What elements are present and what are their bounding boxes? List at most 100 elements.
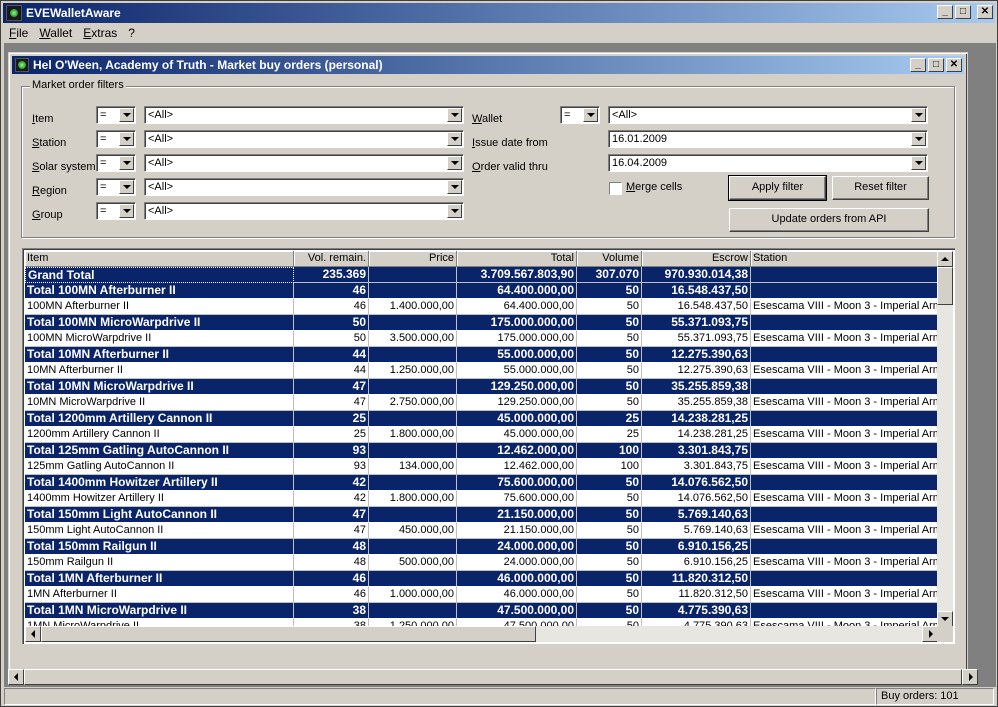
cell-price[interactable]: 1.250.000,00 (369, 363, 457, 379)
cell-item[interactable]: 1400mm Howitzer Artillery II (25, 491, 294, 507)
subtotal-row[interactable]: Total 1MN Afterburner II 46 46.000.000,00 5… (25, 571, 940, 587)
cell-item[interactable]: Total 1200mm Artillery Cannon II (25, 411, 294, 427)
table-row[interactable]: 10MN Afterburner II 44 1.250.000,00 55.000.… (25, 363, 940, 379)
cell-vol-remain[interactable]: 42 (294, 475, 369, 491)
cell-total[interactable]: 12.462.000,00 (457, 443, 577, 459)
cell-escrow[interactable]: 3.301.843,75 (642, 443, 751, 459)
cell-volume[interactable]: 50 (577, 491, 642, 507)
cell-escrow[interactable]: 12.275.390,63 (642, 363, 751, 379)
cell-escrow[interactable]: 35.255.859,38 (642, 379, 751, 395)
cell-escrow[interactable]: 14.238.281,25 (642, 427, 751, 443)
chevron-down-icon[interactable] (119, 108, 134, 122)
valid-thru-picker[interactable]: 16.04.2009 (608, 154, 928, 172)
cell-vol-remain[interactable]: 25 (294, 411, 369, 427)
cell-volume[interactable]: 50 (577, 363, 642, 379)
table-row[interactable]: 150mm Light AutoCannon II 47 450.000,00 21.… (25, 523, 940, 539)
cell-escrow[interactable]: 55.371.093,75 (642, 315, 751, 331)
cell-total[interactable]: 129.250.000,00 (457, 395, 577, 411)
subtotal-row[interactable]: Total 1400mm Howitzer Artillery II 42 75.6… (25, 475, 940, 491)
cell-vol-remain[interactable]: 93 (294, 443, 369, 459)
vertical-scrollbar[interactable] (937, 251, 953, 627)
cell-volume[interactable]: 25 (577, 427, 642, 443)
cell-station[interactable] (751, 267, 940, 283)
horizontal-scrollbar[interactable] (25, 626, 938, 642)
cell-escrow[interactable]: 11.820.312,50 (642, 587, 751, 603)
cell-station[interactable]: Esescama VIII - Moon 3 - Imperial Arma (751, 555, 940, 571)
chevron-down-icon[interactable] (447, 156, 462, 170)
cell-volume[interactable]: 25 (577, 411, 642, 427)
scroll-down-icon[interactable] (937, 611, 953, 627)
cell-price[interactable]: 2.750.000,00 (369, 395, 457, 411)
cell-escrow[interactable]: 11.820.312,50 (642, 571, 751, 587)
region-value-select[interactable]: <All> (144, 178, 464, 196)
maximize-button[interactable]: □ (955, 5, 971, 19)
subtotal-row[interactable]: Total 125mm Gatling AutoCannon II 93 12.46… (25, 443, 940, 459)
merge-cells-checkbox[interactable] (609, 182, 622, 195)
cell-escrow[interactable]: 55.371.093,75 (642, 331, 751, 347)
cell-price[interactable] (369, 315, 457, 331)
cell-price[interactable] (369, 347, 457, 363)
cell-volume[interactable]: 50 (577, 539, 642, 555)
cell-station[interactable] (751, 539, 940, 555)
cell-station[interactable]: Esescama VIII - Moon 3 - Imperial Arma (751, 491, 940, 507)
cell-price[interactable] (369, 507, 457, 523)
cell-total[interactable]: 24.000.000,00 (457, 539, 577, 555)
menu-extras[interactable]: Extras (77, 26, 122, 40)
cell-item[interactable]: 1MN Afterburner II (25, 587, 294, 603)
cell-total[interactable]: 175.000.000,00 (457, 331, 577, 347)
cell-total[interactable]: 46.000.000,00 (457, 587, 577, 603)
update-orders-button[interactable]: Update orders from API (729, 208, 929, 232)
cell-vol-remain[interactable]: 38 (294, 603, 369, 619)
cell-volume[interactable]: 50 (577, 299, 642, 315)
cell-total[interactable]: 47.500.000,00 (457, 603, 577, 619)
table-row[interactable]: 1MN Afterburner II 46 1.000.000,00 46.000.0… (25, 587, 940, 603)
cell-item[interactable]: 10MN MicroWarpdrive II (25, 395, 294, 411)
cell-volume[interactable]: 50 (577, 331, 642, 347)
cell-vol-remain[interactable]: 235.369 (294, 267, 369, 283)
mdi-scroll-thumb[interactable] (24, 669, 962, 685)
issue-date-picker[interactable]: 16.01.2009 (608, 130, 928, 148)
cell-escrow[interactable]: 16.548.437,50 (642, 283, 751, 299)
grand-total-row[interactable]: Grand Total 235.369 3.709.567.803,90 307.07… (25, 267, 940, 283)
cell-volume[interactable]: 100 (577, 459, 642, 475)
cell-item[interactable]: Total 10MN MicroWarpdrive II (25, 379, 294, 395)
subtotal-row[interactable]: Total 10MN MicroWarpdrive II 47 129.250.00… (25, 379, 940, 395)
column-header-total[interactable]: Total (457, 251, 577, 267)
cell-price[interactable]: 1.400.000,00 (369, 299, 457, 315)
cell-escrow[interactable]: 4.775.390,63 (642, 603, 751, 619)
minimize-button[interactable]: _ (937, 5, 953, 19)
chevron-down-icon[interactable] (911, 108, 926, 122)
cell-total[interactable]: 45.000.000,00 (457, 427, 577, 443)
cell-vol-remain[interactable]: 44 (294, 363, 369, 379)
cell-price[interactable] (369, 475, 457, 491)
cell-total[interactable]: 55.000.000,00 (457, 347, 577, 363)
chevron-down-icon[interactable] (911, 156, 926, 170)
cell-vol-remain[interactable]: 46 (294, 299, 369, 315)
cell-price[interactable]: 1.800.000,00 (369, 491, 457, 507)
region-operator-select[interactable]: = (96, 178, 136, 196)
cell-station[interactable]: Esescama VIII - Moon 3 - Imperial Arma (751, 331, 940, 347)
chevron-down-icon[interactable] (447, 132, 462, 146)
column-header-price[interactable]: Price (369, 251, 457, 267)
cell-escrow[interactable]: 14.238.281,25 (642, 411, 751, 427)
cell-total[interactable]: 64.400.000,00 (457, 299, 577, 315)
child-maximize-button[interactable]: □ (928, 58, 944, 72)
cell-vol-remain[interactable]: 46 (294, 283, 369, 299)
cell-item[interactable]: 10MN Afterburner II (25, 363, 294, 379)
cell-price[interactable] (369, 379, 457, 395)
scroll-up-icon[interactable] (937, 251, 953, 267)
chevron-down-icon[interactable] (447, 180, 462, 194)
chevron-down-icon[interactable] (119, 132, 134, 146)
cell-price[interactable]: 3.500.000,00 (369, 331, 457, 347)
subtotal-row[interactable]: Total 10MN Afterburner II 44 55.000.000,00… (25, 347, 940, 363)
cell-item[interactable]: Total 100MN MicroWarpdrive II (25, 315, 294, 331)
cell-total[interactable]: 75.600.000,00 (457, 475, 577, 491)
cell-escrow[interactable]: 6.910.156,25 (642, 539, 751, 555)
cell-total[interactable]: 46.000.000,00 (457, 571, 577, 587)
cell-station[interactable] (751, 603, 940, 619)
cell-volume[interactable]: 50 (577, 507, 642, 523)
column-header-item[interactable]: Item (25, 251, 294, 267)
column-header-station[interactable]: Station (751, 251, 940, 267)
cell-station[interactable] (751, 507, 940, 523)
cell-total[interactable]: 3.709.567.803,90 (457, 267, 577, 283)
